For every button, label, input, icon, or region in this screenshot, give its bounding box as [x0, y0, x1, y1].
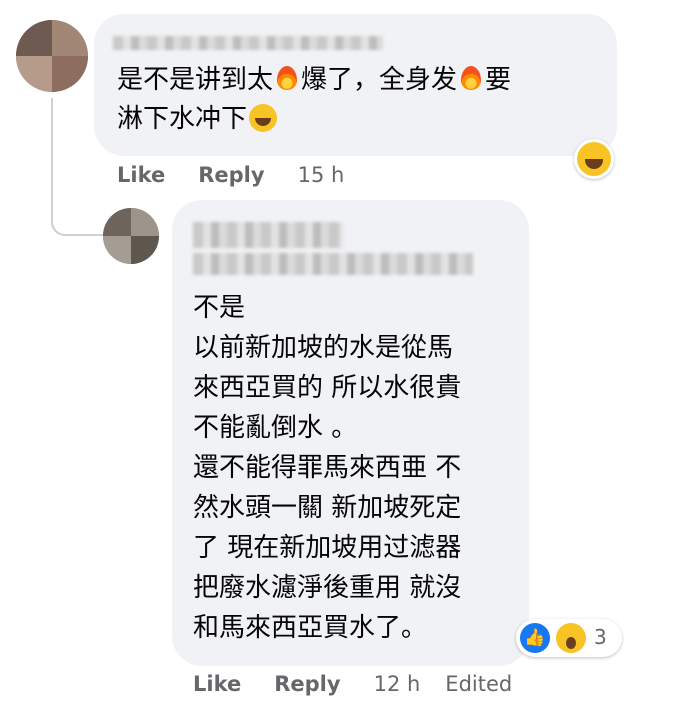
like-button[interactable]: Like: [193, 672, 241, 696]
haha-reaction-icon: [577, 142, 611, 176]
commenter-name-redacted[interactable]: [193, 253, 473, 275]
reply-actions: Like Reply 12 h Edited: [193, 672, 537, 696]
reply-text: 不是 以前新加坡的水是從馬 來西亞買的 所以水很貴 不能亂倒水 。 還不能得罪馬…: [193, 293, 462, 643]
laughing-emoji-icon: [249, 104, 278, 132]
like-reaction-icon: 👍: [520, 623, 550, 653]
reaction-badge[interactable]: [574, 139, 614, 179]
commenter-name-redacted[interactable]: [193, 222, 343, 248]
timestamp[interactable]: 12 h: [374, 672, 421, 696]
timestamp[interactable]: 15 h: [298, 163, 345, 187]
comment-text-line: 淋下水冲下: [117, 103, 278, 136]
reply-button[interactable]: Reply: [274, 672, 340, 696]
comment-actions: Like Reply 15 h: [117, 163, 369, 187]
like-button[interactable]: Like: [117, 163, 165, 187]
reply-button[interactable]: Reply: [198, 163, 264, 187]
avatar[interactable]: [16, 20, 88, 92]
fire-emoji-icon: [459, 64, 483, 92]
edited-label[interactable]: Edited: [445, 672, 512, 696]
reaction-summary[interactable]: 👍 3: [516, 619, 622, 657]
avatar[interactable]: [103, 208, 159, 264]
wow-reaction-icon: [556, 623, 586, 653]
reaction-count: 3: [594, 625, 607, 649]
comment-text-line: 是不是讲到太 爆了，全身发要: [117, 64, 512, 95]
fire-emoji-icon: [275, 64, 299, 92]
commenter-name-redacted[interactable]: [113, 36, 383, 50]
